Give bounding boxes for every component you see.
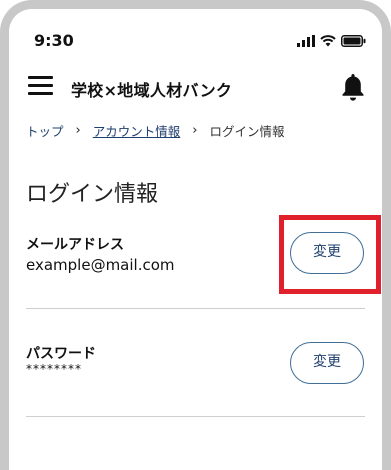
password-label: パスワード <box>26 346 96 362</box>
page-title: ログイン情報 <box>26 182 159 207</box>
breadcrumb-separator: › <box>192 123 198 138</box>
email-label: メールアドレス <box>26 237 124 253</box>
divider <box>26 416 365 417</box>
email-value: example@mail.com <box>26 256 175 274</box>
breadcrumb-current: ログイン情報 <box>209 124 285 139</box>
password-value: ******** <box>26 362 82 376</box>
status-time: 9:30 <box>34 31 74 50</box>
battery-icon <box>341 35 366 47</box>
change-password-button[interactable]: 変更 <box>290 342 364 384</box>
change-email-button[interactable]: 変更 <box>290 232 364 274</box>
breadcrumb: トップ › アカウント情報 › ログイン情報 <box>26 121 284 140</box>
screen: 9:30 学校×地域人材バンク トップ › アカウント情報 › ログイン情報 ロ… <box>9 9 382 470</box>
phone-frame: 9:30 学校×地域人材バンク トップ › アカウント情報 › ログイン情報 ロ… <box>0 0 391 470</box>
bell-icon[interactable] <box>340 72 366 102</box>
app-header: 学校×地域人材バンク <box>9 65 382 109</box>
app-title: 学校×地域人材バンク <box>71 81 233 100</box>
breadcrumb-account-link[interactable]: アカウント情報 <box>93 121 181 140</box>
hamburger-menu-icon[interactable] <box>28 76 53 96</box>
divider <box>26 308 365 309</box>
breadcrumb-separator: › <box>75 123 81 138</box>
wifi-icon <box>320 35 336 47</box>
breadcrumb-top-link[interactable]: トップ <box>26 121 64 140</box>
status-icons <box>297 35 366 47</box>
signal-icon <box>297 35 315 47</box>
